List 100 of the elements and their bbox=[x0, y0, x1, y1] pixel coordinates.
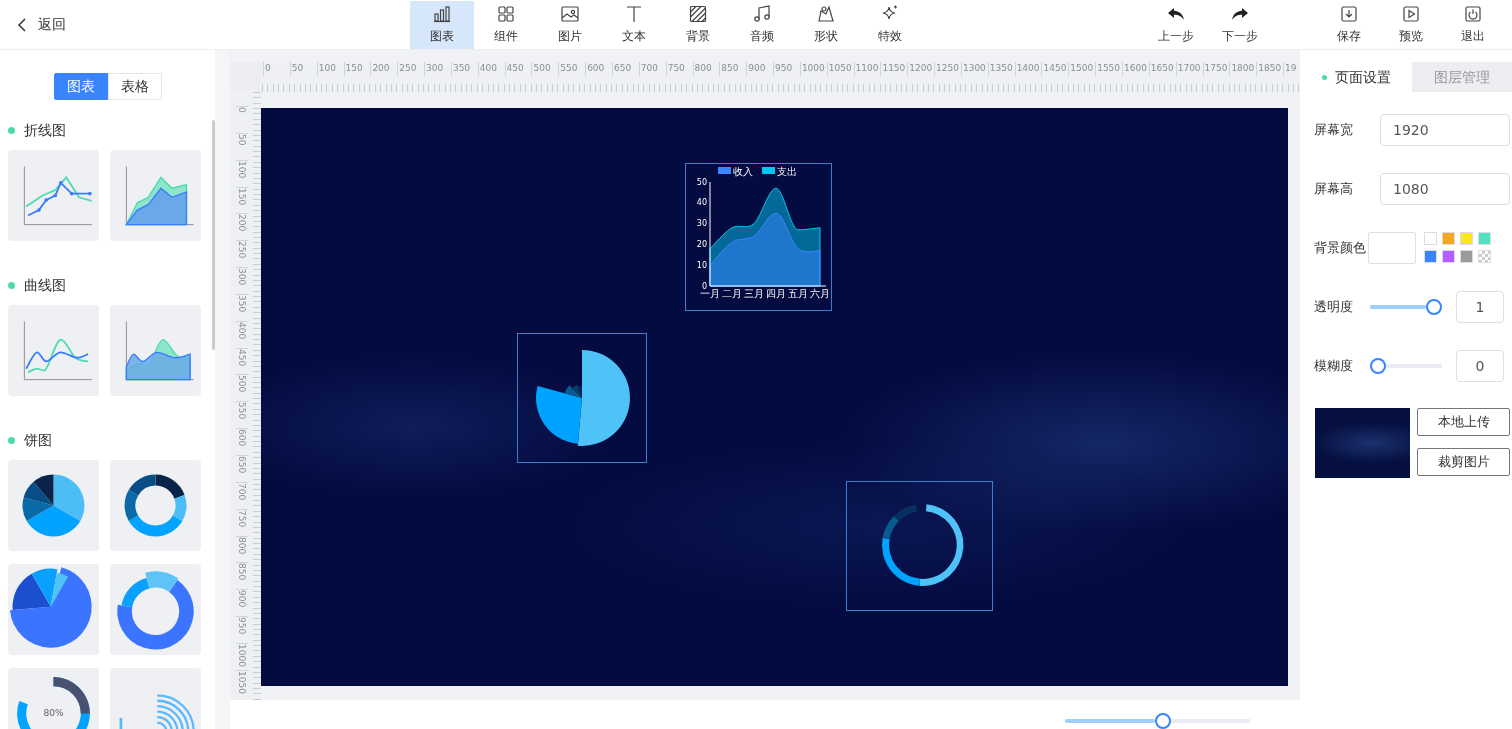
ruler-label: 0 bbox=[236, 106, 248, 133]
back-button[interactable]: 返回 bbox=[0, 0, 410, 49]
axis-tick-label: 四月 bbox=[766, 288, 786, 299]
legend-swatch[interactable] bbox=[762, 167, 775, 174]
axis-tick-label: 六月 bbox=[810, 288, 830, 299]
widget-frame[interactable]: 收入 支出 0 10 20 30 40 50 一月 二月 三月 四月 五月 六月 bbox=[685, 163, 832, 311]
section-dot bbox=[8, 281, 15, 289]
axis-tick-label: 30 bbox=[696, 219, 707, 229]
value-field[interactable]: 1 bbox=[1456, 290, 1504, 323]
ruler-label: 500 bbox=[236, 374, 248, 402]
ruler-label: 600 bbox=[585, 62, 612, 76]
axis-tick-label: 五月 bbox=[788, 288, 808, 299]
widget-frame[interactable] bbox=[846, 481, 993, 611]
widget-frame[interactable] bbox=[517, 333, 647, 463]
percent-label: 80% bbox=[43, 708, 64, 719]
ruler-label: 850 bbox=[236, 562, 248, 590]
color-swatch[interactable] bbox=[1442, 250, 1455, 263]
ruler-label: 900 bbox=[746, 62, 774, 76]
ruler-label: 700 bbox=[236, 481, 248, 509]
ruler-label: 1350 bbox=[987, 62, 1015, 76]
section-title: 饼图 bbox=[24, 430, 52, 450]
ruler-label: 1550 bbox=[1095, 62, 1122, 76]
ruler-label: 1850 bbox=[1256, 62, 1284, 76]
slider-handle[interactable] bbox=[1426, 298, 1442, 315]
ruler-label: 1700 bbox=[1175, 62, 1203, 76]
rose-pie-chart-thumbnail[interactable] bbox=[8, 564, 99, 655]
ruler-label: 950 bbox=[236, 616, 248, 643]
ruler-label: 800 bbox=[692, 62, 720, 76]
area-chart-thumbnail[interactable] bbox=[110, 150, 201, 241]
ruler-label: 1200 bbox=[907, 62, 935, 76]
input-field[interactable]: 1920 bbox=[1380, 113, 1510, 146]
color-swatch[interactable] bbox=[1442, 232, 1455, 245]
curve-area-chart-thumbnail[interactable] bbox=[110, 305, 201, 396]
value-field[interactable]: 0 bbox=[1456, 349, 1504, 382]
ruler-label: 350 bbox=[236, 293, 248, 321]
field-label: 屏幕宽 bbox=[1313, 120, 1354, 139]
ruler-label: 850 bbox=[719, 62, 747, 76]
ruler-label: 0 bbox=[263, 62, 290, 76]
ruler-label: 650 bbox=[611, 62, 639, 76]
ruler-label: 50 bbox=[289, 62, 317, 76]
axis-tick-label: 三月 bbox=[744, 288, 764, 299]
ruler-label: 950 bbox=[773, 62, 800, 76]
rose-donut-chart-thumbnail[interactable] bbox=[110, 564, 201, 655]
crop-button[interactable]: 裁剪图片 bbox=[1417, 448, 1510, 476]
scrollbar[interactable] bbox=[212, 120, 215, 350]
color-swatch[interactable] bbox=[1478, 232, 1491, 245]
ruler-label: 350 bbox=[450, 62, 478, 76]
input-field[interactable]: 1080 bbox=[1380, 172, 1510, 205]
color-swatch[interactable] bbox=[1460, 250, 1473, 263]
ruler-label: 750 bbox=[236, 508, 248, 536]
segment-tab[interactable]: 表格 bbox=[107, 73, 162, 100]
field-label: 透明度 bbox=[1313, 297, 1354, 316]
axis-tick-label: 一月 bbox=[700, 288, 720, 299]
hatched-square-icon bbox=[688, 4, 708, 24]
color-swatch[interactable] bbox=[1424, 250, 1437, 263]
ruler-label: 1450 bbox=[1041, 62, 1069, 76]
ruler-label: 200 bbox=[236, 213, 248, 241]
ruler-label: 100 bbox=[236, 159, 248, 187]
legend-label: 收入 bbox=[733, 165, 753, 177]
ruler-label: 1800 bbox=[1229, 62, 1257, 76]
ruler-label: 250 bbox=[236, 240, 248, 268]
zoom-slider-handle[interactable] bbox=[1154, 713, 1171, 729]
axis-tick-label: 50 bbox=[696, 177, 707, 187]
transparent-swatch[interactable] bbox=[1478, 250, 1491, 263]
ruler-label: 400 bbox=[236, 320, 248, 348]
legend-swatch[interactable] bbox=[718, 167, 731, 174]
section-dot bbox=[8, 126, 15, 134]
ruler-label: 500 bbox=[531, 62, 559, 76]
bar-chart-icon bbox=[432, 4, 452, 24]
grid-icon bbox=[496, 4, 516, 24]
ruler-label: 750 bbox=[665, 62, 693, 76]
chevron-left-icon bbox=[16, 17, 28, 32]
line-chart-thumbnail[interactable] bbox=[8, 150, 99, 241]
text-icon bbox=[624, 4, 644, 24]
ruler-label: 1300 bbox=[960, 62, 988, 76]
toolbar-tab[interactable]: 图表 bbox=[410, 0, 474, 49]
axis-tick-label: 40 bbox=[696, 198, 707, 208]
ruler-label: 1050 bbox=[236, 669, 248, 697]
image-icon bbox=[560, 4, 580, 24]
ruler-label: 550 bbox=[236, 401, 248, 429]
shapes-icon bbox=[816, 4, 836, 24]
ruler-label: 300 bbox=[424, 62, 451, 76]
music-note-icon bbox=[752, 4, 772, 24]
color-picker-field[interactable] bbox=[1368, 231, 1416, 264]
ruler-label: 150 bbox=[343, 62, 371, 76]
upload-button[interactable]: 本地上传 bbox=[1417, 408, 1510, 436]
ruler-label: 1750 bbox=[1202, 62, 1230, 76]
segment-tab[interactable]: 图表 bbox=[53, 73, 108, 100]
donut-chart-thumbnail[interactable] bbox=[110, 460, 201, 551]
curve-chart-thumbnail[interactable] bbox=[8, 305, 99, 396]
ruler-label: 300 bbox=[236, 267, 248, 294]
pie-chart-thumbnail[interactable] bbox=[8, 460, 99, 551]
gauge-ring-thumbnail[interactable]: 80% bbox=[8, 668, 99, 729]
color-swatch[interactable] bbox=[1424, 232, 1437, 245]
ruler-label: 1500 bbox=[1068, 62, 1096, 76]
ruler-label: 550 bbox=[558, 62, 586, 76]
slider-handle[interactable] bbox=[1370, 357, 1386, 374]
color-swatch[interactable] bbox=[1460, 232, 1473, 245]
axis-tick-label: 0 bbox=[701, 281, 707, 291]
ruler-label: 900 bbox=[236, 589, 248, 617]
